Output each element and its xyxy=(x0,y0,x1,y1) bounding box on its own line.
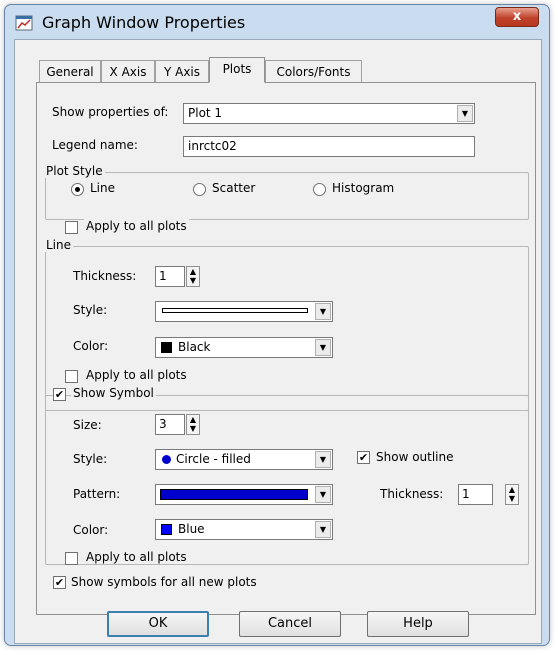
line-thickness-label: Thickness: xyxy=(73,269,137,283)
symbol-thickness-label: Thickness: xyxy=(380,487,444,501)
plot-style-apply-all-label: Apply to all plots xyxy=(84,219,189,233)
scatter-radio-label: Scatter xyxy=(212,181,256,195)
line-group-title: Line xyxy=(44,238,74,252)
show-symbol-label: Show Symbol xyxy=(71,386,156,400)
title-bar[interactable]: Graph Window Properties x xyxy=(5,5,549,33)
symbol-size-spinner[interactable]: ▲ ▼ xyxy=(186,414,200,435)
tab-colors-fonts[interactable]: Colors/Fonts xyxy=(265,60,362,82)
symbol-color-value: Blue xyxy=(178,522,205,536)
line-style-label: Style: xyxy=(73,303,108,317)
tab-general[interactable]: General xyxy=(39,60,101,82)
scatter-radio[interactable] xyxy=(193,183,206,196)
symbol-apply-all-label: Apply to all plots xyxy=(84,550,189,564)
tab-y-axis[interactable]: Y Axis xyxy=(155,60,209,82)
histogram-radio[interactable] xyxy=(313,183,326,196)
legend-name-label: Legend name: xyxy=(52,138,138,152)
radio-selected-dot xyxy=(75,187,80,192)
legend-name-input[interactable]: inrctc02 xyxy=(183,136,475,157)
histogram-radio-label: Histogram xyxy=(332,181,395,195)
window-title: Graph Window Properties xyxy=(42,13,246,32)
close-button[interactable]: x xyxy=(495,7,539,27)
show-outline-label: Show outline xyxy=(376,450,454,464)
help-button[interactable]: Help xyxy=(367,611,469,637)
show-symbol-checkbox[interactable]: ✔ xyxy=(53,388,66,401)
tab-x-axis[interactable]: X Axis xyxy=(101,60,155,82)
line-color-value: Black xyxy=(178,340,211,354)
line-radio-label: Line xyxy=(90,181,116,195)
symbol-color-swatch xyxy=(161,524,172,535)
line-thickness-spinner[interactable]: ▲ ▼ xyxy=(186,266,200,287)
show-outline-checkbox[interactable]: ✔ xyxy=(357,451,370,464)
dialog-window: Graph Window Properties x General X Axis… xyxy=(4,4,550,646)
chevron-down-icon[interactable]: ▼ xyxy=(315,521,331,538)
chevron-down-icon[interactable]: ▼ xyxy=(457,105,473,122)
line-style-dropdown[interactable]: ▼ xyxy=(155,301,333,322)
line-apply-all-label: Apply to all plots xyxy=(84,368,189,382)
symbol-color-label: Color: xyxy=(73,523,109,537)
symbol-size-input[interactable]: 3 xyxy=(155,414,185,435)
line-color-swatch xyxy=(161,342,172,353)
dialog-client-area: General X Axis Y Axis Plots Colors/Fonts… xyxy=(14,39,542,644)
symbol-size-label: Size: xyxy=(73,418,102,432)
line-thickness-input[interactable]: 1 xyxy=(155,266,185,287)
pattern-preview-swatch xyxy=(160,489,308,500)
symbol-pattern-dropdown[interactable]: ▼ xyxy=(155,484,333,505)
plot-select-value: Plot 1 xyxy=(188,106,223,120)
chevron-down-icon[interactable]: ▼ xyxy=(315,486,331,503)
show-symbols-new-plots-checkbox[interactable]: ✔ xyxy=(53,576,66,589)
symbol-thickness-spinner[interactable]: ▲ ▼ xyxy=(505,484,519,505)
line-radio[interactable] xyxy=(71,183,84,196)
line-style-preview xyxy=(162,308,308,313)
plots-tab-panel: Show properties of: Plot 1 ▼ Legend name… xyxy=(36,82,536,615)
line-color-label: Color: xyxy=(73,339,109,353)
chevron-down-icon[interactable]: ▼ xyxy=(315,303,331,320)
symbol-thickness-input[interactable]: 1 xyxy=(458,484,493,505)
symbol-apply-all-checkbox[interactable] xyxy=(65,552,78,565)
cancel-button[interactable]: Cancel xyxy=(239,611,341,637)
circle-filled-icon xyxy=(162,455,171,464)
chevron-down-icon[interactable]: ▼ xyxy=(315,451,331,468)
ok-button[interactable]: OK xyxy=(107,611,209,637)
plot-style-title: Plot Style xyxy=(44,164,105,178)
symbol-pattern-label: Pattern: xyxy=(73,487,121,501)
show-symbols-new-plots-label: Show symbols for all new plots xyxy=(71,575,257,589)
show-properties-label: Show properties of: xyxy=(52,105,169,119)
plot-style-apply-all-checkbox[interactable] xyxy=(65,221,78,234)
line-apply-all-checkbox[interactable] xyxy=(65,370,78,383)
chevron-down-icon[interactable]: ▼ xyxy=(315,339,331,356)
symbol-style-label: Style: xyxy=(73,452,108,466)
tab-plots[interactable]: Plots xyxy=(209,57,265,83)
symbol-style-dropdown[interactable]: Circle - filled ▼ xyxy=(155,449,333,470)
symbol-color-dropdown[interactable]: Blue ▼ xyxy=(155,519,333,540)
plot-style-group: Plot Style Line Scatter Histogram xyxy=(44,164,529,220)
plot-select-dropdown[interactable]: Plot 1 ▼ xyxy=(183,103,475,124)
line-color-dropdown[interactable]: Black ▼ xyxy=(155,337,333,358)
graph-window-app-icon xyxy=(15,15,33,31)
symbol-style-value: Circle - filled xyxy=(176,452,251,466)
